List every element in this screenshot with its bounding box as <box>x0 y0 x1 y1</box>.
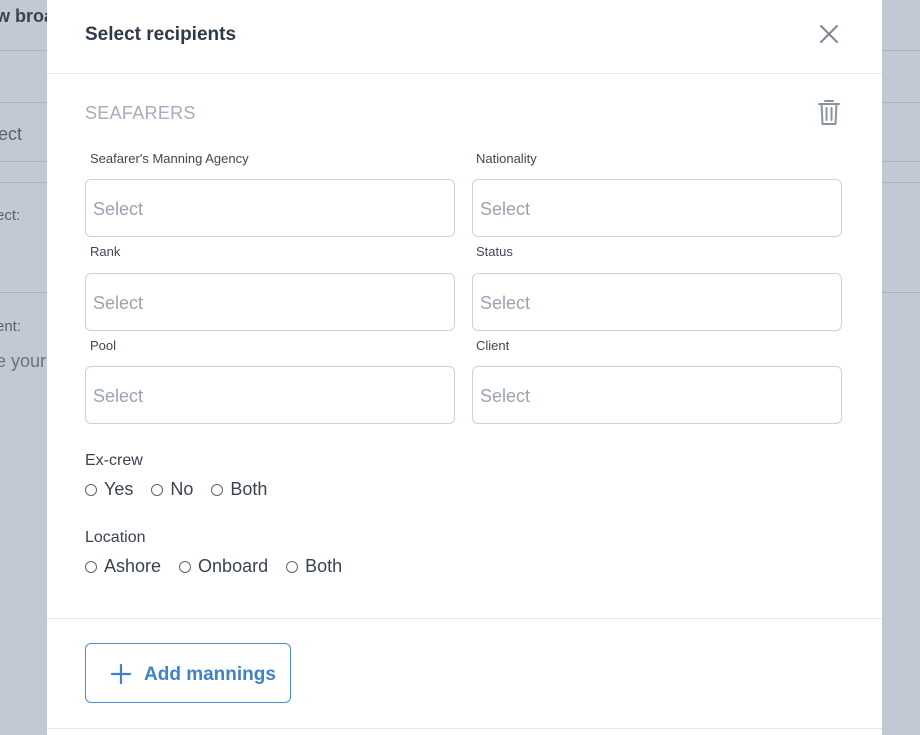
client-label: Client <box>476 338 510 353</box>
client-select[interactable]: Select <box>472 366 842 424</box>
background-label-fragment: ect: <box>0 207 21 224</box>
client-placeholder: Select <box>480 386 531 406</box>
radio-circle <box>85 560 97 573</box>
location-radio-group: Ashore Onboard Both <box>85 556 360 577</box>
background-label-fragment: ent: <box>0 318 22 335</box>
section-divider <box>47 618 882 619</box>
manning-agency-select[interactable]: Select <box>85 179 455 237</box>
pool-select[interactable]: Select <box>85 366 455 424</box>
background-title-fragment: w broa <box>0 6 55 26</box>
modal-title: Select recipients <box>85 24 237 45</box>
section-title: SEAFARERS <box>85 103 196 123</box>
background-text-fragment: e your <box>0 351 47 371</box>
delete-section-button[interactable] <box>817 98 841 126</box>
trash-icon <box>818 100 840 125</box>
rank-label: Rank <box>90 244 121 259</box>
nationality-select[interactable]: Select <box>472 179 842 237</box>
excrew-label: Ex-crew <box>85 452 143 469</box>
pool-placeholder: Select <box>93 386 144 406</box>
radio-circle <box>286 560 299 573</box>
select-recipients-modal: Select recipients SEAFARERS Seafarer's M… <box>47 0 882 735</box>
status-label: Status <box>476 244 513 259</box>
status-placeholder: Select <box>480 293 531 313</box>
footer-divider <box>47 728 882 729</box>
modal-header: Select recipients <box>47 0 882 74</box>
plus-icon <box>110 663 132 685</box>
excrew-radio-group: Yes No Both <box>85 479 285 500</box>
location-both-label: Both <box>305 556 343 576</box>
close-icon <box>820 25 838 43</box>
manning-agency-placeholder: Select <box>93 199 144 219</box>
location-ashore-label: Ashore <box>104 556 162 576</box>
pool-label: Pool <box>90 338 117 353</box>
radio-circle <box>179 560 192 573</box>
radio-circle <box>85 483 97 496</box>
nationality-placeholder: Select <box>480 199 531 219</box>
excrew-both-radio[interactable]: Both <box>211 479 267 500</box>
rank-placeholder: Select <box>93 293 144 313</box>
rank-select[interactable]: Select <box>85 273 455 331</box>
add-mannings-button[interactable]: Add mannings <box>85 643 291 703</box>
excrew-both-label: Both <box>230 479 268 499</box>
location-onboard-radio[interactable]: Onboard <box>179 556 268 577</box>
manning-agency-label: Seafarer's Manning Agency <box>90 151 249 166</box>
excrew-no-label: No <box>170 479 194 499</box>
excrew-yes-radio[interactable]: Yes <box>85 479 133 500</box>
radio-circle <box>211 483 224 496</box>
excrew-no-radio[interactable]: No <box>151 479 193 500</box>
excrew-yes-label: Yes <box>104 479 134 499</box>
close-button[interactable] <box>817 22 841 46</box>
add-mannings-label: Add mannings <box>144 664 276 685</box>
nationality-label: Nationality <box>476 151 537 166</box>
location-label: Location <box>85 529 146 546</box>
location-onboard-label: Onboard <box>198 556 269 576</box>
background-select-fragment: ect <box>0 124 23 144</box>
radio-circle <box>151 483 164 496</box>
location-ashore-radio[interactable]: Ashore <box>85 556 161 577</box>
location-both-radio[interactable]: Both <box>286 556 342 577</box>
status-select[interactable]: Select <box>472 273 842 331</box>
